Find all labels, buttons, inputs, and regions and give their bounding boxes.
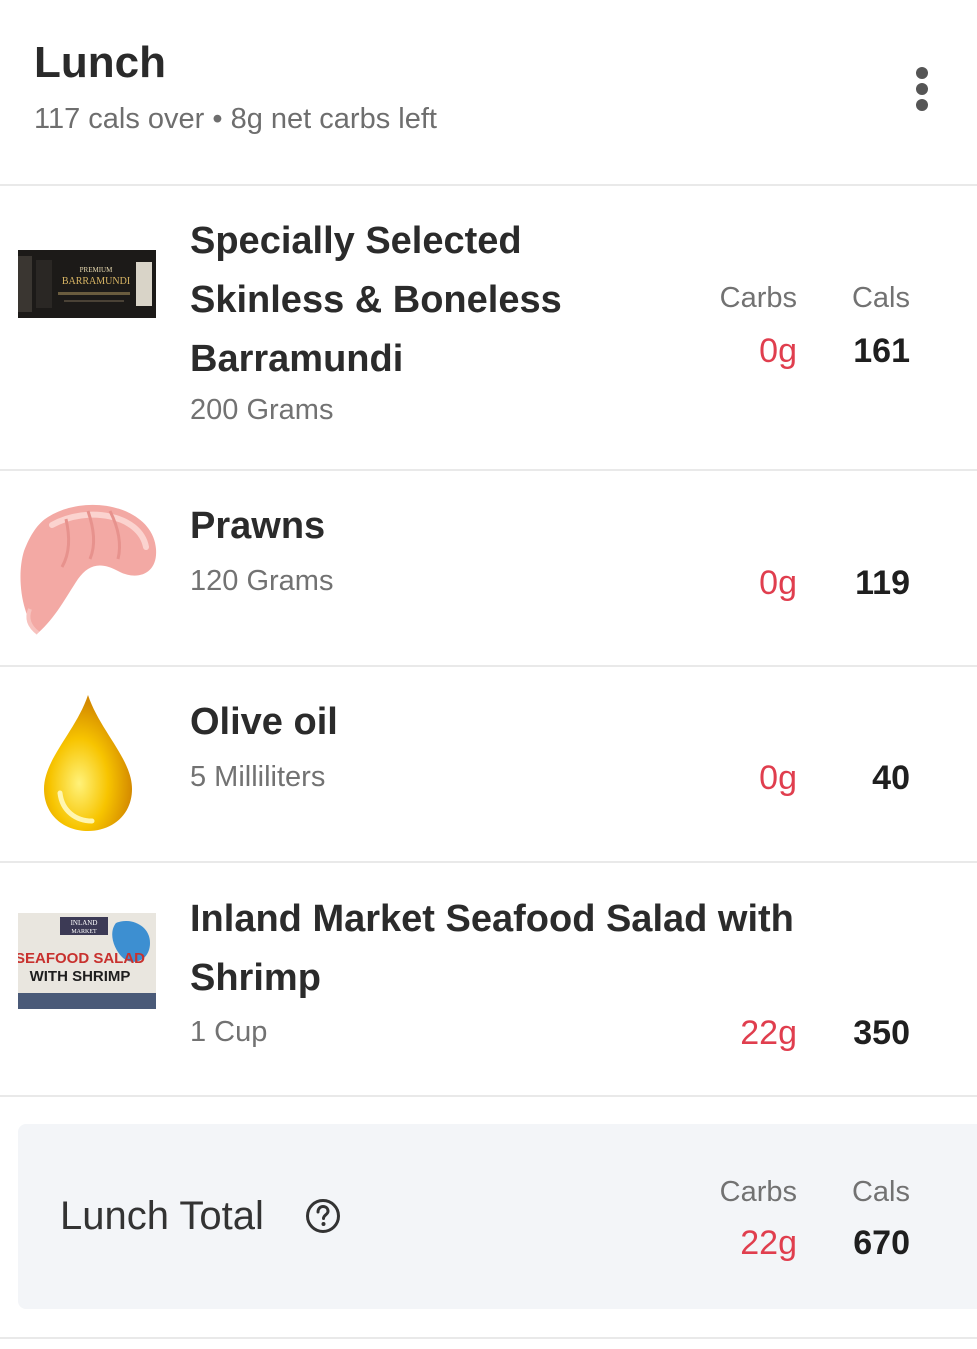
cals-value: 40 (872, 759, 910, 797)
more-options-button[interactable] (900, 62, 944, 122)
prawn-image (20, 504, 157, 635)
divider (0, 1337, 977, 1339)
food-name: Olive oil (190, 701, 338, 743)
oil-drop-image (44, 695, 132, 831)
meal-summary: 117 cals over • 8g net carbs left (34, 103, 437, 135)
carbs-column-label: Carbs (719, 1176, 797, 1208)
carbs-value: 0g (759, 759, 797, 797)
meal-title: Lunch (34, 38, 166, 87)
svg-text:PREMIUM: PREMIUM (80, 266, 113, 274)
cals-column-label: Cals (851, 282, 910, 314)
meal-header: Lunch 117 cals over • 8g net carbs left (0, 0, 977, 186)
svg-text:SEAFOOD SALAD: SEAFOOD SALAD (18, 950, 145, 967)
food-item-barramundi[interactable]: PREMIUM BARRAMUNDI Specially Selected Sk… (0, 186, 977, 469)
food-name: Prawns (190, 505, 326, 547)
svg-text:BARRAMUNDI: BARRAMUNDI (62, 276, 130, 287)
svg-text:INLAND: INLAND (71, 919, 98, 927)
food-name: Specially Selected Skinless & Boneless B… (190, 220, 562, 380)
carbs-value: 0g (759, 564, 797, 602)
carbs-column-label: Carbs (719, 282, 797, 314)
food-serving: 5 Milliliters (190, 761, 326, 793)
food-item-olive-oil[interactable]: Olive oil 5 Milliliters 0g 40 (0, 667, 977, 861)
help-icon[interactable] (305, 1198, 341, 1234)
seafood-salad-package-image: INLAND MARKET SEAFOOD SALAD WITH SHRIMP (18, 913, 156, 1009)
total-label: Lunch Total (60, 1194, 264, 1238)
barramundi-package-image: PREMIUM BARRAMUNDI (18, 250, 156, 318)
carbs-value: 22g (740, 1014, 797, 1052)
svg-text:WITH SHRIMP: WITH SHRIMP (30, 968, 131, 985)
total-carbs-value: 22g (740, 1224, 797, 1262)
cals-column-label: Cals (851, 1176, 910, 1208)
food-item-prawns[interactable]: Prawns 120 Grams 0g 119 (0, 471, 977, 665)
meal-total-card: Lunch Total Carbs Cals 22g 670 (18, 1124, 977, 1309)
food-name: Inland Market Seafood Salad with Shrimp (190, 898, 794, 999)
divider (0, 1095, 977, 1097)
total-cals-value: 670 (853, 1224, 910, 1262)
cals-value: 161 (853, 332, 910, 370)
carbs-value: 0g (759, 332, 797, 370)
food-item-seafood-salad[interactable]: INLAND MARKET SEAFOOD SALAD WITH SHRIMP … (0, 863, 977, 1095)
food-serving: 200 Grams (190, 394, 334, 426)
food-serving: 120 Grams (190, 565, 334, 597)
vertical-dots-icon (916, 67, 928, 111)
cals-value: 350 (853, 1014, 910, 1052)
cals-value: 119 (855, 564, 910, 602)
food-serving: 1 Cup (190, 1016, 268, 1048)
svg-text:MARKET: MARKET (71, 929, 97, 935)
